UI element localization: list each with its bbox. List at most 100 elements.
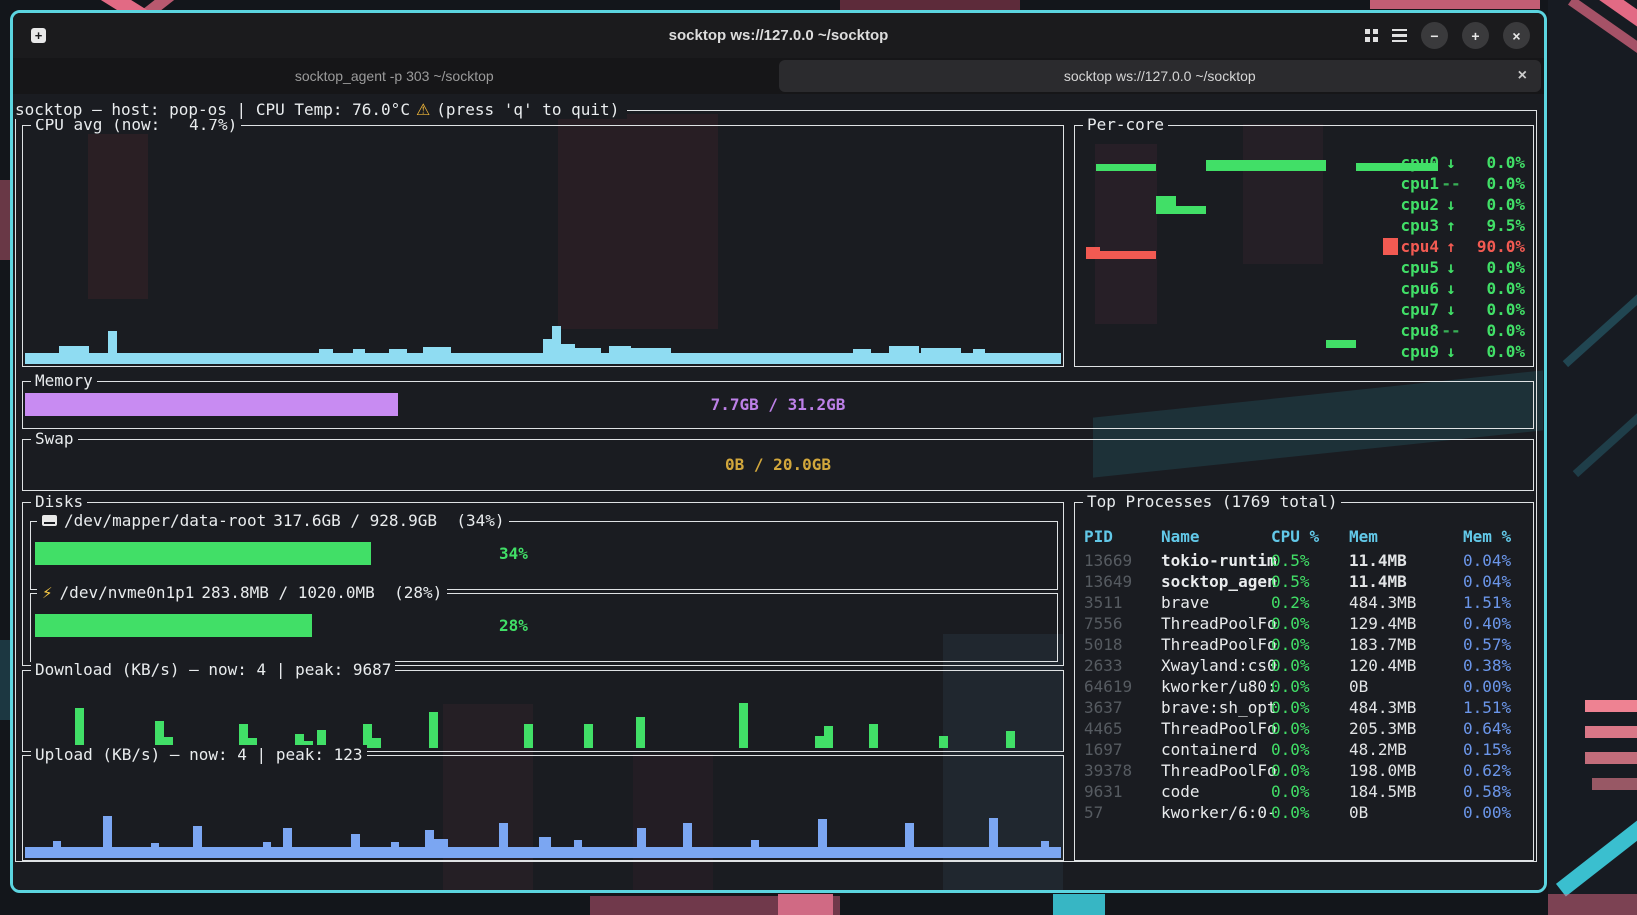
core-name: cpu1 bbox=[1400, 174, 1439, 193]
core-trend-icon: ↓ bbox=[1439, 153, 1463, 172]
terminal-screen[interactable]: socktop — host: pop-os | CPU Temp: 76.0°… bbox=[13, 94, 1544, 890]
chart-bar bbox=[59, 346, 89, 353]
wallpaper-shape bbox=[840, 0, 1020, 10]
process-memp: 0.00% bbox=[1463, 803, 1511, 822]
core-value: 90.0% bbox=[1463, 237, 1525, 256]
chart-bar bbox=[561, 344, 575, 353]
process-row: 3511brave0.2%484.3MB1.51% bbox=[1075, 593, 1533, 614]
process-memp: 0.38% bbox=[1463, 656, 1511, 675]
column-header: Mem bbox=[1349, 527, 1378, 546]
wallpaper-shape bbox=[778, 894, 833, 915]
disk-icon bbox=[42, 515, 57, 526]
chart-bar bbox=[434, 839, 448, 847]
swap-usage-label: 0B / 20.0GB bbox=[23, 455, 1533, 474]
wallpaper-shape bbox=[1548, 894, 1637, 915]
minimize-button[interactable]: − bbox=[1421, 22, 1448, 49]
process-name: brave bbox=[1161, 593, 1209, 612]
chart-bar bbox=[683, 823, 692, 847]
chart-bar bbox=[869, 724, 878, 748]
tab-socktop-active[interactable]: socktop ws://127.0.0 ~/socktop × bbox=[779, 60, 1542, 92]
core-value: 0.0% bbox=[1463, 153, 1525, 172]
menu-icon[interactable] bbox=[1392, 29, 1407, 43]
maximize-button[interactable]: + bbox=[1462, 22, 1489, 49]
chart-bar bbox=[824, 726, 833, 748]
processes-panel: Top Processes (1769 total) PIDNameCPU %M… bbox=[1074, 502, 1534, 861]
process-pid: 3637 bbox=[1084, 698, 1123, 717]
process-memp: 0.15% bbox=[1463, 740, 1511, 759]
disk-usage: 317.6GB / 928.9GB (34%) bbox=[273, 511, 504, 530]
process-memp: 0.04% bbox=[1463, 551, 1511, 570]
core-trend-icon: ↓ bbox=[1439, 300, 1463, 319]
chart-bar bbox=[637, 828, 646, 847]
process-row: 57kworker/6:0-0.0%0B0.00% bbox=[1075, 803, 1533, 824]
column-header: Name bbox=[1161, 527, 1200, 546]
process-cpu: 0.0% bbox=[1271, 740, 1310, 759]
chart-bar bbox=[1176, 206, 1206, 214]
core-value: 0.0% bbox=[1463, 342, 1525, 361]
core-value: 0.0% bbox=[1463, 195, 1525, 214]
core-trend-icon: ↓ bbox=[1439, 342, 1463, 361]
app-header: socktop — host: pop-os | CPU Temp: 76.0°… bbox=[15, 100, 627, 119]
process-mem: 484.3MB bbox=[1349, 698, 1416, 717]
process-mem: 183.7MB bbox=[1349, 635, 1416, 654]
process-mem: 0B bbox=[1349, 803, 1368, 822]
upload-baseline bbox=[25, 847, 1061, 858]
chart-bar bbox=[524, 724, 533, 748]
process-mem: 11.4MB bbox=[1349, 572, 1407, 591]
memory-panel: Memory 7.7GB / 31.2GB bbox=[22, 381, 1534, 429]
wallpaper-neon-stripe bbox=[1370, 0, 1540, 9]
process-cpu: 0.0% bbox=[1271, 614, 1310, 633]
process-mem: 484.3MB bbox=[1349, 593, 1416, 612]
chart-bar bbox=[739, 703, 748, 748]
chart-bar bbox=[1156, 196, 1176, 214]
process-memp: 1.51% bbox=[1463, 593, 1511, 612]
disk-percent-label: 28% bbox=[499, 616, 528, 635]
memory-title: Memory bbox=[31, 371, 97, 390]
column-header: PID bbox=[1084, 527, 1113, 546]
processes-header-row: PIDNameCPU %MemMem % bbox=[1075, 527, 1533, 548]
process-row: 3637brave:sh_opt0.0%484.3MB1.51% bbox=[1075, 698, 1533, 719]
core-value: 0.0% bbox=[1463, 300, 1525, 319]
process-cpu: 0.2% bbox=[1271, 593, 1310, 612]
process-row: 1697containerd0.0%48.2MB0.15% bbox=[1075, 740, 1533, 761]
process-name: code bbox=[1161, 782, 1200, 801]
download-title: Download (KB/s) — now: 4 | peak: 9687 bbox=[31, 660, 395, 679]
processes-title: Top Processes (1769 total) bbox=[1083, 492, 1341, 511]
disk-usage: 283.8MB / 1020.0MB (28%) bbox=[201, 583, 442, 602]
core-value: 0.0% bbox=[1463, 174, 1525, 193]
core-name: cpu3 bbox=[1400, 216, 1439, 235]
process-pid: 5018 bbox=[1084, 635, 1123, 654]
download-chart bbox=[23, 671, 1063, 751]
disk-item-nvme: ⚡ /dev/nvme0n1p1 283.8MB / 1020.0MB (28%… bbox=[30, 593, 1058, 662]
grid-layout-icon[interactable] bbox=[1365, 29, 1378, 42]
chart-bar bbox=[751, 840, 759, 847]
process-row: 4465ThreadPoolFo0.0%205.3MB0.64% bbox=[1075, 719, 1533, 740]
wallpaper-neon-stripe bbox=[1568, 0, 1637, 74]
process-mem: 0B bbox=[1349, 677, 1368, 696]
process-name: ThreadPoolFo bbox=[1161, 635, 1277, 654]
wallpaper-neon-stripe bbox=[1592, 778, 1637, 790]
wallpaper-neon-stripe bbox=[1585, 700, 1637, 712]
core-name: cpu9 bbox=[1400, 342, 1439, 361]
core-row-cpu8: cpu8--0.0% bbox=[1383, 320, 1525, 341]
upload-title: Upload (KB/s) — now: 4 | peak: 123 bbox=[31, 745, 367, 764]
close-button[interactable]: × bbox=[1503, 22, 1530, 49]
process-mem: 184.5MB bbox=[1349, 782, 1416, 801]
chart-bar bbox=[889, 346, 919, 353]
download-panel: Download (KB/s) — now: 4 | peak: 9687 bbox=[22, 670, 1064, 752]
tab-close-icon[interactable]: × bbox=[1518, 67, 1527, 85]
wallpaper-neon-stripe bbox=[1563, 281, 1637, 367]
titlebar[interactable]: + socktop ws://127.0.0 ~/socktop − + × bbox=[13, 13, 1544, 58]
process-cpu: 0.0% bbox=[1271, 803, 1310, 822]
swap-title: Swap bbox=[31, 429, 78, 448]
tab-label: socktop ws://127.0.0 ~/socktop bbox=[1064, 68, 1256, 84]
process-memp: 1.51% bbox=[1463, 698, 1511, 717]
wallpaper-neon-stripe bbox=[1573, 391, 1637, 477]
chart-bar bbox=[429, 712, 438, 748]
tab-socktop-agent[interactable]: socktop_agent -p 303 ~/socktop bbox=[13, 58, 776, 94]
process-pid: 2633 bbox=[1084, 656, 1123, 675]
core-name: cpu0 bbox=[1400, 153, 1439, 172]
chart-bar bbox=[155, 721, 164, 748]
process-memp: 0.04% bbox=[1463, 572, 1511, 591]
per-core-panel: Per-core cpu0↓0.0%cpu1--0.0%cpu2↓0.0%cpu… bbox=[1074, 125, 1534, 367]
